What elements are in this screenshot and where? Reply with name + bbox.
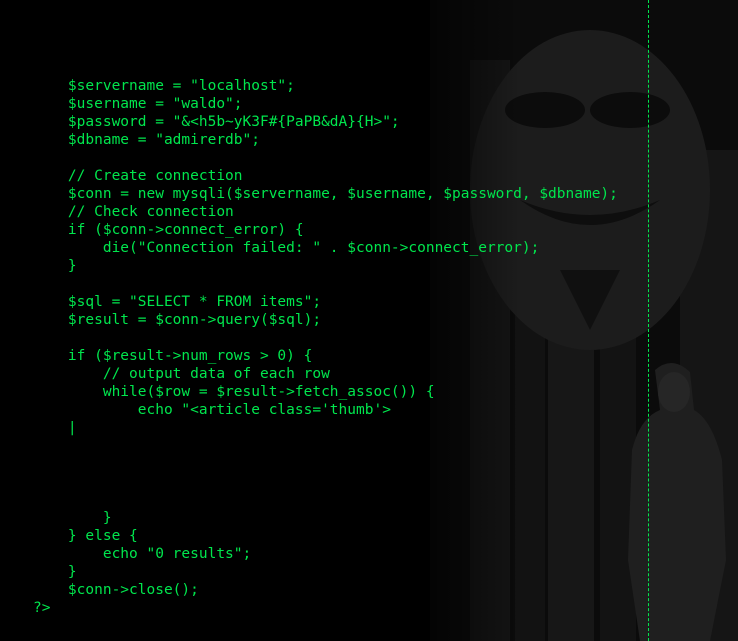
window-divider: [648, 0, 649, 641]
code-line: }: [33, 564, 77, 580]
code-line: echo "<article class='thumb'>: [33, 402, 391, 418]
code-line: if ($conn->connect_error) {: [33, 222, 304, 238]
code-line: $password = "&<h5b~yK3F#{PaPB&dA}{H>";: [33, 114, 400, 130]
code-line: }: [33, 258, 77, 274]
code-line: $dbname = "admirerdb";: [33, 132, 260, 148]
code-line: // Check connection: [33, 204, 234, 220]
code-line: }: [33, 510, 112, 526]
code-line: // output data of each row: [33, 366, 330, 382]
code-line: } else {: [33, 528, 138, 544]
code-line: // Create connection: [33, 168, 243, 184]
code-line: $sql = "SELECT * FROM items";: [33, 294, 322, 310]
code-line: $conn = new mysqli($servername, $usernam…: [33, 186, 618, 202]
code-line: $servername = "localhost";: [33, 78, 295, 94]
code-line: |: [33, 420, 77, 436]
code-editor[interactable]: $servername = "localhost"; $username = "…: [33, 77, 618, 617]
terminal-screen: $servername = "localhost"; $username = "…: [0, 0, 738, 641]
code-line: $username = "waldo";: [33, 96, 243, 112]
code-line: $result = $conn->query($sql);: [33, 312, 322, 328]
code-line: ?>: [33, 600, 51, 616]
code-line: echo "0 results";: [33, 546, 252, 562]
code-line: while($row = $result->fetch_assoc()) {: [33, 384, 435, 400]
code-line: $conn->close();: [33, 582, 199, 598]
code-line: if ($result->num_rows > 0) {: [33, 348, 313, 364]
code-line: die("Connection failed: " . $conn->conne…: [33, 240, 540, 256]
